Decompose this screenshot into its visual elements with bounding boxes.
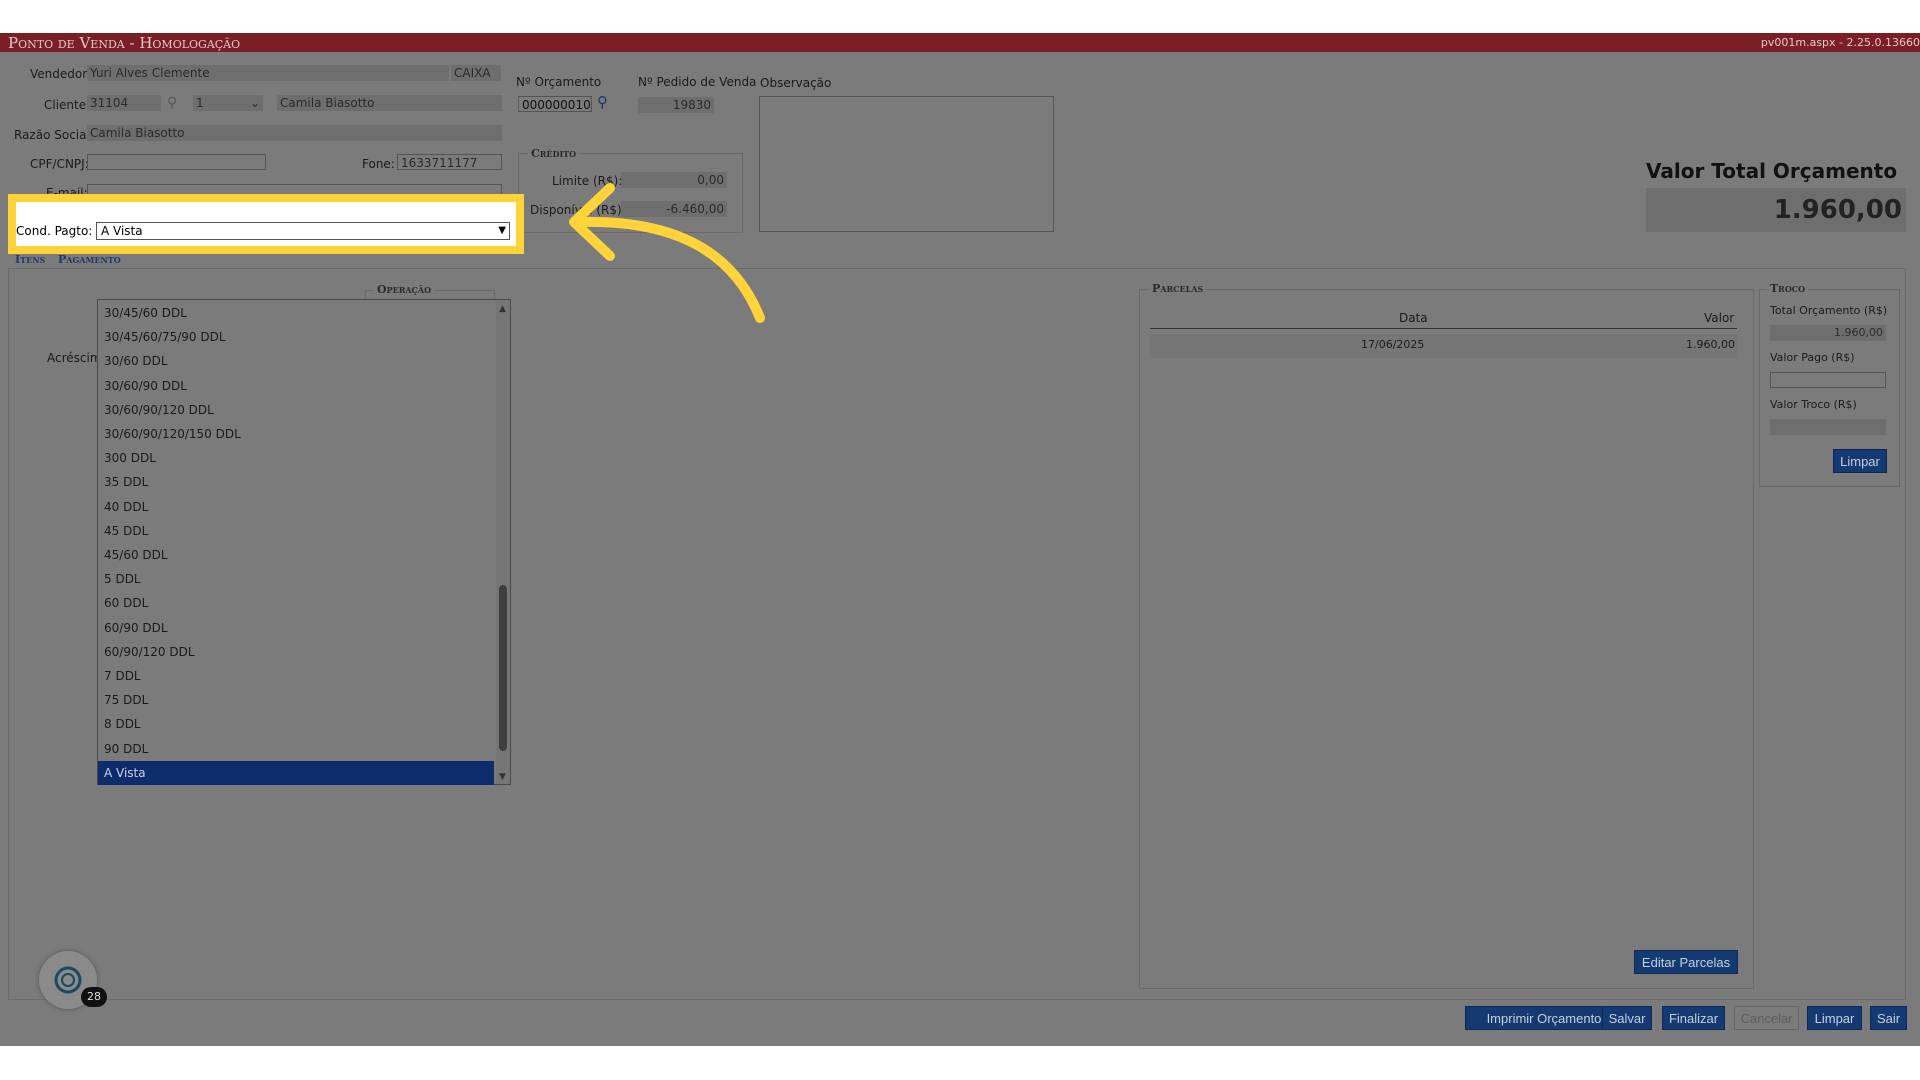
cond-pagto-highlight: Cond. Pagto: A Vista ▼ <box>8 194 524 254</box>
cond-pagto-label: Cond. Pagto: <box>16 224 93 238</box>
parcelas-col-data: Data <box>1399 311 1428 325</box>
cpf-field[interactable] <box>87 154 266 170</box>
parcelas-box <box>1139 289 1754 989</box>
observacao-label: Observação <box>760 76 832 90</box>
top-margin <box>0 0 1920 33</box>
troco-pago-field[interactable] <box>1770 372 1886 388</box>
cliente-code-field[interactable]: 31104 <box>87 95 161 111</box>
finalizar-button[interactable]: Finalizar <box>1662 1006 1725 1030</box>
table-row[interactable]: 17/06/2025 1.960,00 <box>1150 334 1737 358</box>
dropdown-option[interactable]: 8 DDL <box>98 712 494 736</box>
dropdown-option[interactable]: 60/90/120 DDL <box>98 640 494 664</box>
troco-total-field[interactable]: 1.960,00 <box>1770 325 1886 341</box>
title-bar: Ponto de Venda - Homologação pv001m.aspx… <box>0 33 1920 52</box>
razao-label: Razão Social: <box>14 128 94 142</box>
dropdown-option[interactable]: 5 DDL <box>98 567 494 591</box>
dropdown-option[interactable]: A Vista <box>98 760 494 785</box>
credito-title: Crédito <box>528 147 580 160</box>
pedido-field[interactable]: 19830 <box>638 97 714 113</box>
observacao-textarea[interactable] <box>759 96 1054 232</box>
operacao-title: Operação <box>374 283 435 296</box>
dropdown-option[interactable]: 30/60/90/120 DDL <box>98 398 494 422</box>
limpar-button[interactable]: Limpar <box>1807 1006 1862 1030</box>
imprimir-orcamento-button[interactable]: Imprimir Orçamento <box>1465 1006 1623 1030</box>
cond-pagto-dropdown[interactable]: 30/45/60 DDL 30/45/60/75/90 DDL 30/60 DDL 3… <box>97 299 511 785</box>
dropdown-option[interactable]: 35 DDL <box>98 470 494 494</box>
cliente-seq-select[interactable]: 1 ⌄ <box>193 95 263 111</box>
parcelas-col-valor: Valor <box>1704 311 1735 325</box>
salvar-button[interactable]: Salvar <box>1602 1006 1652 1030</box>
search-icon[interactable]: ⚲ <box>597 93 608 111</box>
annotation-arrow-icon <box>569 183 765 323</box>
dropdown-option[interactable]: 300 DDL <box>98 446 494 470</box>
troco-limpar-button[interactable]: Limpar <box>1833 449 1887 473</box>
scroll-down-icon[interactable]: ▼ <box>499 772 506 782</box>
pedido-label: Nº Pedido de Venda <box>638 75 757 89</box>
vendedor-field[interactable]: Yuri Alves Clemente <box>87 65 449 81</box>
cliente-name-field[interactable]: Camila Biasotto <box>277 95 502 111</box>
parcela-value: 1.960,00 <box>1686 338 1735 351</box>
parcelas-header-divider <box>1150 328 1737 329</box>
cpf-label: CPF/CNPJ: <box>30 157 89 171</box>
scroll-thumb[interactable] <box>499 585 507 751</box>
scroll-up-icon[interactable]: ▲ <box>499 304 506 314</box>
caixa-field[interactable]: CAIXA <box>451 65 501 81</box>
tab-itens[interactable]: Itens <box>15 253 45 266</box>
razao-field[interactable]: Camila Biasotto <box>87 125 502 141</box>
troco-valor-field[interactable] <box>1770 419 1886 435</box>
dropdown-option[interactable]: 40 DDL <box>98 495 494 519</box>
tab-pagamento[interactable]: Pagamento <box>58 253 121 266</box>
dropdown-option[interactable]: 45/60 DDL <box>98 543 494 567</box>
dropdown-option[interactable]: 7 DDL <box>98 664 494 688</box>
fone-label: Fone: <box>362 157 395 171</box>
dropdown-option[interactable]: 30/60/90/120/150 DDL <box>98 422 494 446</box>
chevron-down-icon: ⌄ <box>249 96 260 110</box>
dropdown-option[interactable]: 45 DDL <box>98 519 494 543</box>
cond-pagto-select[interactable]: A Vista ▼ <box>96 222 510 240</box>
dropdown-option[interactable]: 60 DDL <box>98 591 494 615</box>
troco-pago-label: Valor Pago (R$) <box>1770 351 1855 364</box>
editar-parcelas-button[interactable]: Editar Parcelas <box>1634 950 1738 974</box>
dropdown-option[interactable]: 75 DDL <box>98 688 494 712</box>
orcamento-field[interactable]: 000000010 <box>518 96 592 112</box>
parcelas-title: Parcelas <box>1149 282 1207 295</box>
dropdown-option[interactable]: 30/45/60 DDL <box>98 301 494 325</box>
app-title: Ponto de Venda - Homologação <box>8 34 241 52</box>
troco-title: Troco <box>1767 282 1809 295</box>
dropdown-option[interactable]: 90 DDL <box>98 737 494 761</box>
troco-total-label: Total Orçamento (R$) <box>1770 304 1888 317</box>
cond-pagto-selected-value: A Vista <box>101 224 143 238</box>
app-version: pv001m.aspx - 2.25.0.13660 <box>1760 36 1920 49</box>
vendedor-label: Vendedor: <box>30 67 91 81</box>
dropdown-option[interactable]: 30/60 DDL <box>98 349 494 373</box>
search-icon[interactable]: ⚲ <box>167 95 177 111</box>
notification-badge: 28 <box>81 987 107 1007</box>
dropdown-option[interactable]: 30/45/60/75/90 DDL <box>98 325 494 349</box>
sair-button[interactable]: Sair <box>1870 1006 1907 1030</box>
parcela-date: 17/06/2025 <box>1361 338 1425 351</box>
bottom-margin <box>0 1046 1920 1080</box>
dropdown-scrollbar[interactable]: ▲ ▼ <box>496 300 510 784</box>
valor-total-value: 1.960,00 <box>1646 188 1906 232</box>
cliente-label: Cliente: <box>44 98 91 112</box>
troco-valor-label: Valor Troco (R$) <box>1770 398 1857 411</box>
chevron-down-icon: ▼ <box>498 225 506 236</box>
dropdown-option[interactable]: 60/90 DDL <box>98 616 494 640</box>
dropdown-option[interactable]: 30/60/90 DDL <box>98 374 494 398</box>
valor-total-label: Valor Total Orçamento <box>1646 159 1898 183</box>
cancelar-button[interactable]: Cancelar <box>1734 1006 1799 1030</box>
orcamento-label: Nº Orçamento <box>516 75 602 89</box>
fone-field[interactable]: 1633711177 <box>397 154 502 170</box>
